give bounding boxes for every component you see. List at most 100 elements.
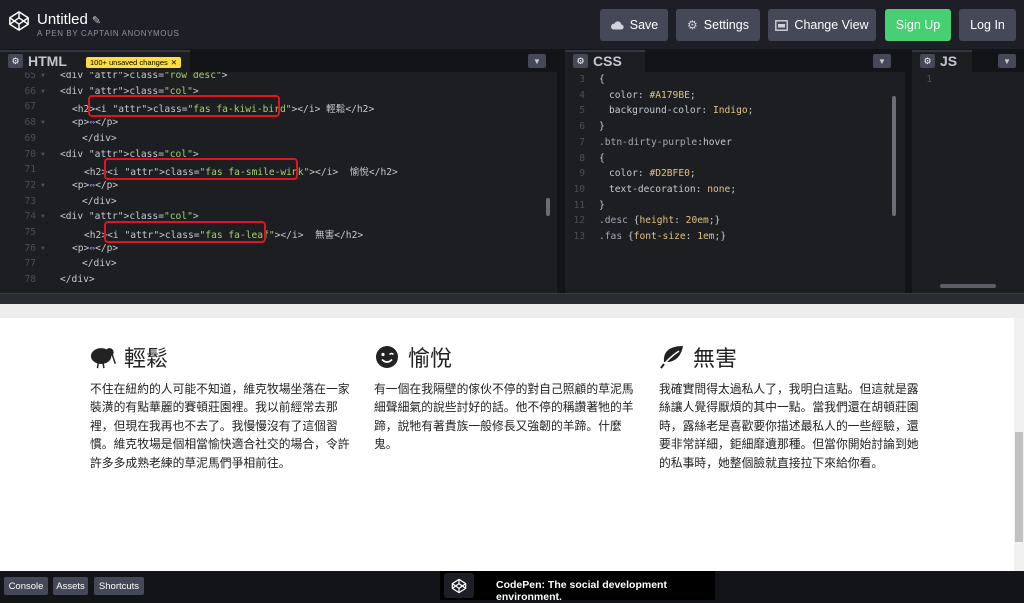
line-number: 12: [573, 215, 585, 227]
line-number: 7: [579, 136, 585, 148]
result-preview: 輕鬆 不住在紐約的人可能不知道，維克牧場坐落在一家裝潢的有點華麗的賽頓莊園裡。我…: [0, 304, 1024, 571]
column-heading-text: 愉悅: [408, 347, 453, 372]
gear-icon: ⚙: [687, 18, 698, 32]
code-line[interactable]: <div "attr">class="row desc">: [60, 72, 228, 81]
line-number: 66: [24, 85, 36, 97]
line-number: 69: [24, 132, 36, 144]
settings-button[interactable]: ⚙ Settings: [676, 9, 760, 41]
pen-title-text[interactable]: Untitled: [37, 11, 88, 28]
line-number: 78: [24, 274, 36, 286]
line-number: 5: [579, 105, 585, 117]
close-icon[interactable]: ✕: [171, 57, 177, 68]
save-button[interactable]: Save: [600, 9, 668, 41]
fold-marker[interactable]: ▾: [40, 149, 46, 160]
log-in-label: Log In: [970, 18, 1005, 32]
css-collapse-chevron-down-icon[interactable]: ▼: [873, 54, 891, 68]
line-number: 9: [579, 168, 585, 180]
code-line[interactable]: </div>: [60, 274, 95, 285]
line-number: 3: [579, 74, 585, 85]
code-line[interactable]: .fas {font-size: 1em;}: [599, 231, 726, 242]
log-in-button[interactable]: Log In: [959, 9, 1016, 41]
preview-top-strip: [0, 304, 1024, 318]
sign-up-button[interactable]: Sign Up: [885, 9, 951, 41]
pen-title[interactable]: Untitled ✎: [37, 11, 101, 28]
line-number: 77: [24, 258, 36, 270]
settings-label: Settings: [703, 18, 749, 32]
fold-marker[interactable]: ▾: [40, 211, 46, 222]
highlight-box: [104, 221, 266, 243]
line-number: 8: [579, 152, 585, 164]
column-heading-text: 無害: [693, 347, 738, 372]
preview-resize-handle[interactable]: [0, 293, 1024, 304]
css-editor-label: CSS: [593, 53, 622, 69]
css-editor-pane: ⚙ CSS ▼ 3 {4 color: #A179BE; 5 background-co…: [565, 50, 905, 293]
code-line[interactable]: }: [599, 121, 605, 132]
fold-marker[interactable]: ▾: [40, 180, 46, 191]
sign-up-label: Sign Up: [895, 18, 941, 32]
code-line[interactable]: .desc {height: 20em;}: [599, 215, 720, 226]
js-horizontal-scrollbar[interactable]: [940, 284, 996, 288]
console-button[interactable]: Console: [4, 577, 48, 595]
js-collapse-chevron-down-icon[interactable]: ▼: [998, 54, 1016, 68]
js-editor-label: JS: [940, 53, 958, 69]
code-line[interactable]: </div>: [82, 196, 117, 207]
css-editor-scrollbar[interactable]: [892, 96, 896, 216]
css-code-area[interactable]: 3 {4 color: #A179BE; 5 background-color: Ind…: [565, 72, 905, 293]
column-heading: 無害: [659, 342, 927, 372]
highlight-box: [104, 158, 298, 180]
html-settings-gear-icon[interactable]: ⚙: [8, 54, 23, 68]
line-number: 76: [24, 242, 36, 254]
highlight-box: [88, 95, 280, 117]
code-line[interactable]: <p>⇔</p>: [72, 180, 118, 191]
code-line[interactable]: background-color: Indigo;: [609, 105, 753, 116]
column-body: 我確實問得太過私人了，我明白這點。但這就是露絲讓人覺得厭煩的其中一點。當我們還在…: [659, 382, 919, 470]
code-line[interactable]: text-decoration: none;: [609, 184, 736, 195]
code-line[interactable]: <p>⇔</p>: [72, 243, 118, 254]
code-line[interactable]: .btn-dirty-purple:hover: [599, 137, 732, 148]
change-view-button[interactable]: Change View: [768, 9, 876, 41]
fold-marker[interactable]: ▾: [40, 72, 46, 81]
line-number: 73: [24, 195, 36, 207]
column-heading-text: 輕鬆: [124, 347, 169, 372]
js-editor-header: ⚙ JS ▼: [912, 50, 1024, 72]
column-heading: 愉悅: [374, 342, 642, 372]
code-line[interactable]: {: [599, 153, 605, 164]
assets-label: Assets: [56, 580, 85, 592]
fold-marker[interactable]: ▾: [40, 243, 46, 254]
smile-wink-icon: [376, 346, 398, 368]
codepen-promo-banner[interactable]: CodePen: The social development environm…: [440, 571, 715, 603]
assets-button[interactable]: Assets: [53, 577, 88, 595]
leaf-icon: [660, 346, 683, 369]
unsaved-changes-badge[interactable]: 100+ unsaved changes ✕: [86, 57, 182, 68]
html-editor-scrollbar[interactable]: [546, 198, 550, 216]
pen-author: A PEN BY CAPTAIN ANONYMOUS: [37, 29, 180, 38]
save-label: Save: [629, 18, 659, 32]
preview-column-3: 無害 我確實問得太過私人了，我明白這點。但這就是露絲讓人覺得厭煩的其中一點。當我…: [659, 342, 927, 472]
line-number: 10: [573, 183, 585, 195]
code-line[interactable]: <p>⇔</p>: [72, 117, 118, 128]
js-code-area[interactable]: 1: [912, 72, 1024, 293]
html-editor-header: ⚙ HTML 100+ unsaved changes ✕ ▼: [0, 50, 557, 72]
html-collapse-chevron-down-icon[interactable]: ▼: [528, 54, 546, 68]
fold-marker[interactable]: ▾: [40, 117, 46, 128]
line-number: 6: [579, 121, 585, 133]
code-line[interactable]: </div>: [82, 133, 117, 144]
code-line[interactable]: color: #A179BE;: [609, 90, 696, 101]
line-number: 71: [24, 164, 36, 176]
line-number: 11: [573, 199, 585, 211]
code-line[interactable]: color: #D2BFE0;: [609, 168, 696, 179]
preview-column-2: 愉悅 有一個在我隔壁的傢伙不停的對自己照顧的草泥馬細聲細氣的說些討好的話。他不停…: [374, 342, 642, 454]
js-settings-gear-icon[interactable]: ⚙: [920, 54, 935, 68]
change-view-label: Change View: [794, 18, 869, 32]
code-line[interactable]: {: [599, 74, 605, 85]
preview-scrollbar-thumb[interactable]: [1015, 432, 1023, 542]
codepen-logo-icon[interactable]: [8, 10, 30, 32]
code-line[interactable]: }: [599, 200, 605, 211]
fold-marker[interactable]: ▾: [40, 86, 46, 97]
edit-pencil-icon[interactable]: ✎: [92, 15, 101, 27]
css-settings-gear-icon[interactable]: ⚙: [573, 54, 588, 68]
code-line[interactable]: </div>: [82, 258, 117, 269]
shortcuts-button[interactable]: Shortcuts: [94, 577, 144, 595]
line-number: 13: [573, 231, 585, 242]
codepen-promo-logo-icon: [444, 573, 474, 598]
